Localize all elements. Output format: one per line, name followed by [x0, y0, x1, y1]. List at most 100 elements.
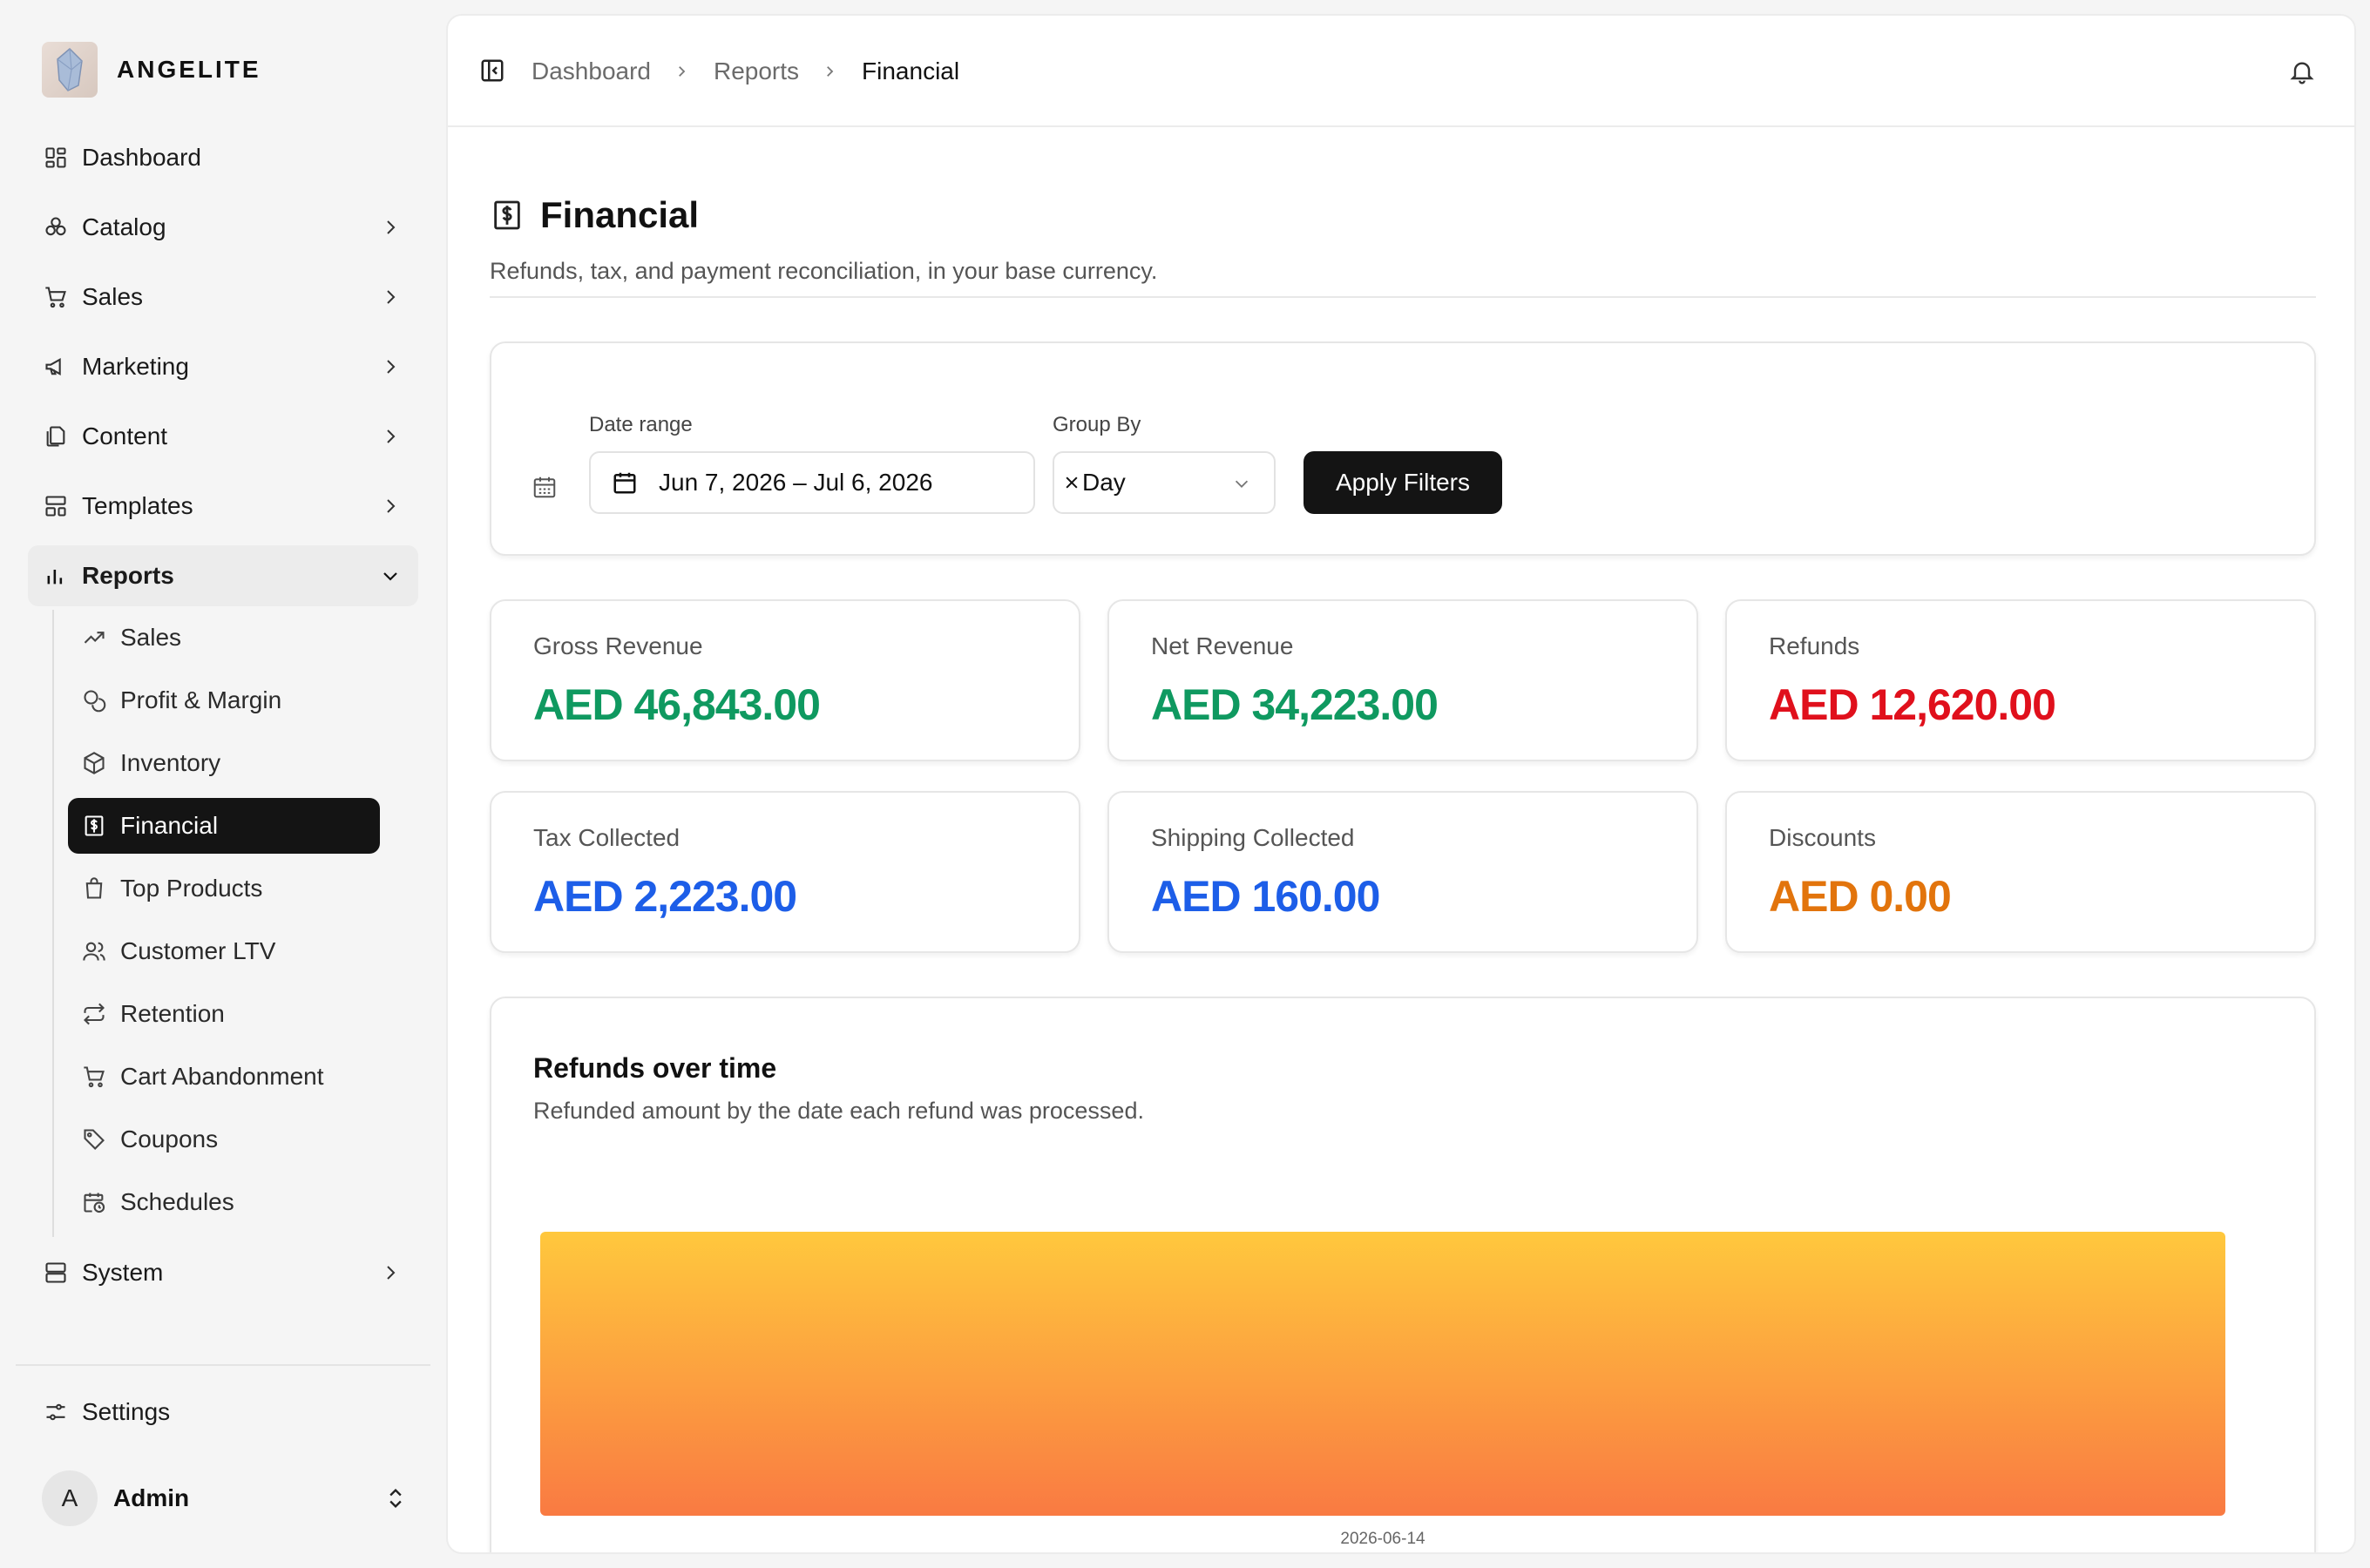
chevron-right-icon — [387, 429, 396, 443]
date-range-label: Date range — [589, 413, 693, 436]
sidebar-subitem-label: Retention — [120, 1000, 225, 1027]
tag-icon — [80, 1125, 108, 1153]
refunds-chart: 2026-06-14 — [540, 1232, 2225, 1548]
sidebar-subitem-profit-margin[interactable]: Profit & Margin — [68, 672, 380, 728]
stat-card-discounts: Discounts AED 0.00 — [1725, 791, 2316, 953]
templates-icon — [42, 492, 70, 520]
sidebar-subitem-label: Coupons — [120, 1125, 219, 1152]
sidebar: ANGELITE Dashboard Catalog Sales Marketi… — [0, 0, 444, 1568]
chevron-right-icon — [674, 63, 691, 80]
trending-up-icon — [80, 624, 108, 652]
x-tick-label: 2026-06-14 — [1340, 1530, 1425, 1548]
sidebar-toggle-icon[interactable] — [479, 57, 505, 84]
sidebar-item-label: Content — [82, 422, 168, 449]
stat-value: AED 46,843.00 — [533, 680, 821, 729]
sidebar-subitem-top-products[interactable]: Top Products — [68, 861, 380, 916]
calendar-icon — [533, 476, 556, 498]
sidebar-item-label: System — [82, 1259, 164, 1286]
sidebar-subitem-customer-ltv[interactable]: Customer LTV — [68, 923, 380, 979]
breadcrumb: Dashboard Reports Financial — [532, 16, 959, 127]
shopping-bag-icon — [80, 875, 108, 902]
dashboard-icon — [42, 144, 70, 172]
page-title: Financial — [540, 194, 700, 235]
sidebar-subitem-label: Customer LTV — [120, 937, 276, 964]
sidebar-item-label: Templates — [82, 492, 193, 519]
apply-filters-button[interactable]: Apply Filters — [1304, 451, 1502, 514]
sidebar-item-content[interactable]: Content — [28, 406, 418, 467]
sidebar-item-catalog[interactable]: Catalog — [28, 197, 418, 258]
stat-value: AED 34,223.00 — [1151, 680, 1439, 729]
sidebar-item-templates[interactable]: Templates — [28, 476, 418, 537]
sidebar-subitem-cart-abandonment[interactable]: Cart Abandonment — [68, 1049, 380, 1105]
sidebar-subitem-label: Sales — [120, 624, 182, 651]
brand[interactable]: ANGELITE — [42, 42, 261, 98]
sidebar-subitem-label: Cart Abandonment — [120, 1063, 324, 1090]
group-by-label: Group By — [1053, 413, 1141, 436]
chevron-right-icon — [387, 220, 396, 234]
chevron-right-icon — [387, 360, 396, 374]
coins-icon — [80, 686, 108, 714]
refunds-chart-card: Refunds over time Refunded amount by the… — [490, 997, 2316, 1552]
sidebar-item-sales[interactable]: Sales — [28, 267, 418, 328]
stat-label: Net Revenue — [1151, 632, 1294, 659]
files-icon — [42, 422, 70, 450]
sidebar-item-label: Reports — [82, 562, 174, 589]
sidebar-item-marketing[interactable]: Marketing — [28, 336, 418, 397]
sidebar-subitem-label: Profit & Margin — [120, 686, 282, 713]
sidebar-item-label: Settings — [82, 1398, 171, 1425]
server-icon — [42, 1259, 70, 1287]
brand-name: ANGELITE — [117, 56, 261, 83]
sidebar-divider — [16, 1364, 430, 1366]
chevron-right-icon — [387, 499, 396, 513]
chevron-right-icon — [387, 290, 396, 304]
stat-card-shipping-collected: Shipping Collected AED 160.00 — [1107, 791, 1698, 953]
user-name: Admin — [113, 1484, 190, 1511]
user-menu[interactable]: A Admin — [42, 1470, 408, 1526]
date-range-picker[interactable]: Jun 7, 2026 – Jul 6, 2026 — [589, 451, 1035, 514]
sidebar-subitem-retention[interactable]: Retention — [68, 986, 380, 1042]
sidebar-item-dashboard[interactable]: Dashboard — [28, 127, 418, 188]
stat-value: AED 12,620.00 — [1769, 680, 2056, 729]
breadcrumb-reports[interactable]: Reports — [714, 57, 799, 85]
submenu-guide-line — [52, 610, 54, 1237]
page-header: Financial — [490, 194, 699, 236]
users-icon — [80, 937, 108, 965]
repeat-icon — [80, 1000, 108, 1028]
sidebar-subitem-label: Schedules — [120, 1188, 234, 1215]
sidebar-subitem-label: Top Products — [120, 875, 263, 902]
sidebar-item-label: Sales — [82, 283, 144, 310]
receipt-dollar-icon — [494, 200, 520, 230]
stat-label: Gross Revenue — [533, 632, 703, 659]
breadcrumb-dashboard[interactable]: Dashboard — [532, 57, 651, 85]
stat-value: AED 0.00 — [1769, 872, 1952, 921]
stat-card-net-revenue: Net Revenue AED 34,223.00 — [1107, 599, 1698, 761]
group-by-select[interactable]: Day — [1053, 451, 1276, 514]
chevron-right-icon — [822, 63, 839, 80]
sidebar-subitem-inventory[interactable]: Inventory — [68, 735, 380, 791]
stat-value: AED 160.00 — [1151, 872, 1380, 921]
stat-label: Shipping Collected — [1151, 824, 1355, 851]
chevrons-up-down-icon — [389, 1489, 402, 1508]
sidebar-item-label: Dashboard — [82, 144, 201, 171]
sidebar-subitem-label: Inventory — [120, 749, 221, 776]
breadcrumb-financial: Financial — [862, 57, 960, 84]
sidebar-item-label: Marketing — [82, 353, 189, 380]
sidebar-subitem-sales[interactable]: Sales — [68, 610, 380, 666]
sidebar-subitem-coupons[interactable]: Coupons — [68, 1112, 380, 1167]
sidebar-subitem-schedules[interactable]: Schedules — [68, 1174, 380, 1230]
catalog-icon — [42, 213, 70, 241]
chevron-right-icon — [387, 1266, 396, 1280]
calendar-icon — [613, 472, 636, 494]
sidebar-item-settings[interactable]: Settings — [28, 1382, 418, 1443]
group-by-value: Day — [1082, 469, 1126, 496]
chart-bar[interactable] — [540, 1232, 2225, 1516]
bell-icon[interactable] — [2288, 57, 2316, 85]
cart-icon — [42, 283, 70, 311]
page-subtitle: Refunds, tax, and payment reconciliation… — [490, 258, 1158, 284]
chevron-down-icon — [383, 572, 397, 581]
sidebar-item-reports[interactable]: Reports — [28, 545, 418, 606]
sidebar-item-system[interactable]: System — [28, 1242, 418, 1303]
calendar-clock-icon — [80, 1188, 108, 1216]
sidebar-subitem-financial[interactable]: Financial — [68, 798, 380, 854]
clear-icon[interactable] — [1061, 472, 1082, 493]
